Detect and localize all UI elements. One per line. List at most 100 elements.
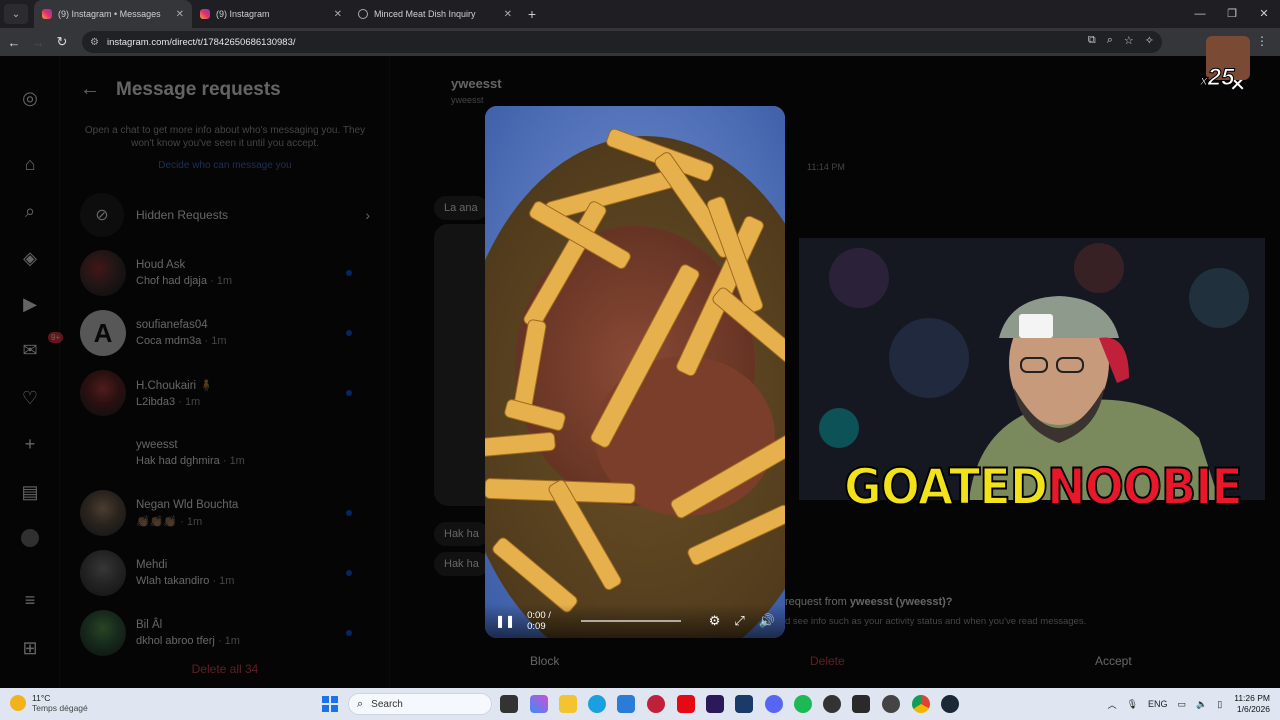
chat-header: yweesst yweesst — [451, 76, 502, 105]
app-icon[interactable] — [882, 695, 900, 713]
install-app-icon[interactable]: ⧉ — [1088, 34, 1096, 47]
instagram-favicon-icon — [200, 9, 210, 19]
chrome-icon[interactable] — [912, 695, 930, 713]
volume-icon[interactable]: 🔈 — [1196, 699, 1207, 710]
unread-dot — [346, 630, 352, 636]
close-tab-icon[interactable]: ✕ — [334, 9, 342, 20]
list-item[interactable]: H.Choukairi 🧍 L2ibda3 · 1m — [80, 370, 370, 416]
language-indicator[interactable]: ENG — [1148, 699, 1168, 709]
instagram-logo-icon[interactable]: ◎ — [18, 86, 42, 110]
premiere-icon[interactable] — [706, 695, 724, 713]
hidden-requests-row[interactable]: ⊘ Hidden Requests › — [80, 193, 370, 237]
conversation-name: Bil Âl — [136, 619, 163, 631]
tab-title: Minced Meat Dish Inquiry — [374, 9, 476, 19]
new-tab-button[interactable]: + — [520, 6, 544, 22]
list-item[interactable]: yweesst Hak had dghmira · 1m — [80, 430, 370, 476]
decide-who-link[interactable]: Decide who can message you — [80, 160, 370, 171]
conversation-time: · 1m — [204, 335, 227, 347]
list-item[interactable]: A soufianefas04 Coca mdm3a · 1m — [80, 310, 370, 356]
list-item[interactable]: Bil Âl dkhol abroo tferj · 1m — [80, 610, 370, 656]
dashboard-icon[interactable]: ▤ — [18, 480, 42, 504]
extensions-icon[interactable]: ✧ — [1145, 34, 1154, 47]
taskbar-search[interactable]: ⌕ Search — [348, 693, 492, 715]
avatar: A — [80, 310, 126, 356]
opera-icon[interactable] — [647, 695, 665, 713]
back-icon[interactable]: ← — [2, 35, 26, 50]
delete-button[interactable]: Delete — [810, 654, 845, 668]
tray-chevron-icon[interactable]: ︿ — [1108, 698, 1117, 711]
profile-avatar-icon[interactable] — [18, 526, 42, 550]
maximize-button[interactable]: ❐ — [1216, 0, 1248, 28]
photoshop-icon[interactable] — [735, 695, 753, 713]
forward-icon[interactable]: → — [26, 35, 50, 50]
close-tab-icon[interactable]: ✕ — [176, 9, 184, 20]
unread-dot — [346, 570, 352, 576]
search-icon[interactable]: ⌕ — [18, 199, 42, 223]
conversation-name: soufianefas04 — [136, 319, 208, 331]
avatar — [80, 370, 126, 416]
delete-all-button[interactable]: Delete all 34 — [80, 662, 370, 676]
steam-icon[interactable] — [941, 695, 959, 713]
settings-gear-icon[interactable]: ⚙ — [709, 613, 721, 629]
weather-widget[interactable]: 11°C Temps dégagé — [10, 693, 88, 713]
task-view-icon[interactable] — [500, 695, 518, 713]
netflix-icon[interactable] — [677, 695, 695, 713]
chat-timestamp: 11:14 PM — [807, 162, 845, 172]
back-arrow-icon[interactable]: ← — [80, 78, 100, 101]
discord-icon[interactable] — [765, 695, 783, 713]
conversation-preview: 👏🏽👏🏽👏🏽 — [136, 515, 178, 528]
zoom-icon[interactable]: ⌕ — [1107, 34, 1113, 47]
copilot-icon[interactable] — [530, 695, 548, 713]
messages-icon[interactable]: ✉ 9+ — [18, 332, 64, 362]
start-button[interactable] — [322, 696, 338, 712]
conversation-time: · 1m — [217, 635, 240, 647]
moon-weather-icon — [10, 695, 26, 711]
clock-date: 1/6/2026 — [1236, 704, 1270, 714]
battery-icon[interactable]: ▯ — [1217, 699, 1222, 710]
close-window-button[interactable]: ✕ — [1248, 0, 1280, 28]
also-from-meta-icon[interactable]: ⊞ — [18, 636, 42, 660]
instagram-favicon-icon — [42, 9, 52, 19]
file-explorer-icon[interactable] — [559, 695, 577, 713]
network-icon[interactable]: ▭ — [1178, 699, 1187, 710]
url-field[interactable]: ⚙ instagram.com/direct/t/178426506861309… — [82, 31, 1162, 53]
instagram-nav-rail: ◎ ⌂ ⌕ ◈ ▶ ✉ 9+ ♡ + ▤ ≡ ⊞ — [0, 56, 64, 688]
terminal-icon[interactable] — [852, 695, 870, 713]
url-text: instagram.com/direct/t/17842650686130983… — [106, 36, 296, 48]
list-item[interactable]: Negan Wld Bouchta 👏🏽👏🏽👏🏽 · 1m — [80, 490, 370, 536]
more-menu-icon[interactable]: ≡ — [18, 588, 42, 612]
store-icon[interactable] — [617, 695, 635, 713]
minimize-button[interactable]: — — [1184, 0, 1216, 28]
video-progress-track[interactable] — [581, 620, 681, 622]
multiplier-prefix: x — [1200, 72, 1209, 89]
explore-icon[interactable]: ◈ — [18, 246, 42, 270]
notifications-heart-icon[interactable]: ♡ — [18, 386, 42, 410]
edge-icon[interactable] — [588, 695, 606, 713]
block-button[interactable]: Block — [530, 654, 559, 668]
obs-icon[interactable] — [823, 695, 841, 713]
question-prefix: request from — [785, 596, 850, 608]
spotify-icon[interactable] — [794, 695, 812, 713]
site-info-icon[interactable]: ⚙ — [90, 37, 99, 48]
tab-minced-meat[interactable]: Minced Meat Dish Inquiry ✕ — [350, 0, 520, 28]
list-item[interactable]: Houd Ask Chof had djaja · 1m — [80, 250, 370, 296]
conversation-preview: Chof had djaja — [136, 275, 207, 287]
home-icon[interactable]: ⌂ — [18, 152, 42, 176]
create-icon[interactable]: + — [18, 432, 42, 456]
tab-instagram[interactable]: (9) Instagram ✕ — [192, 0, 350, 28]
video-player[interactable]: ❚❚ 0:00 / 0:09 ⚙ ⤢ 🔊 — [485, 106, 785, 638]
accept-button[interactable]: Accept — [1095, 654, 1132, 668]
tab-instagram-messages[interactable]: (9) Instagram • Messages ✕ — [34, 0, 192, 28]
fullscreen-icon[interactable]: ⤢ — [734, 613, 744, 629]
microphone-icon[interactable]: 🎙 — [1127, 699, 1138, 710]
volume-icon[interactable]: 🔊 — [759, 613, 775, 629]
list-item[interactable]: Mehdi Wlah takandiro · 1m — [80, 550, 370, 596]
tab-search-button[interactable]: ⌄ — [4, 4, 28, 24]
address-bar-row: ← → ↻ ⚙ instagram.com/direct/t/178426506… — [0, 28, 1280, 56]
pause-icon[interactable]: ❚❚ — [495, 614, 515, 628]
close-tab-icon[interactable]: ✕ — [504, 9, 512, 20]
taskbar-clock[interactable]: 11:26 PM 1/6/2026 — [1234, 693, 1270, 715]
bookmark-star-icon[interactable]: ☆ — [1124, 34, 1134, 47]
reload-icon[interactable]: ↻ — [50, 34, 74, 50]
reels-icon[interactable]: ▶ — [18, 292, 42, 316]
